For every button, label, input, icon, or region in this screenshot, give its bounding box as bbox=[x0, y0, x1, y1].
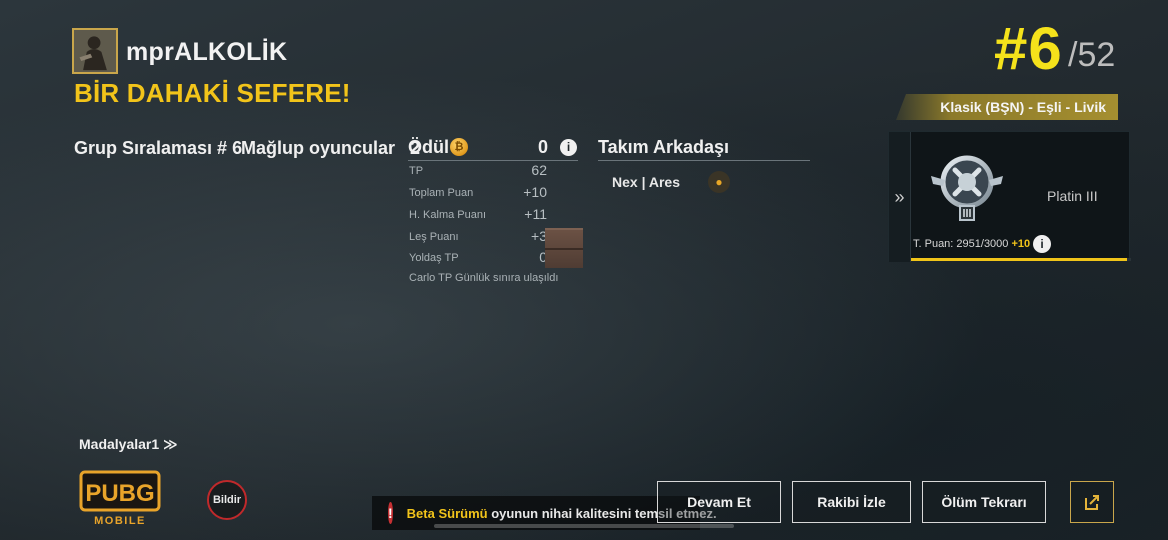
reward-row-label: Leş Puanı bbox=[409, 231, 459, 243]
reward-row-label: Yoldaş TP bbox=[409, 252, 459, 264]
spectate-opponent-button[interactable]: Rakibi İzle bbox=[792, 481, 911, 523]
group-rank: Grup Sıralaması # 6 bbox=[74, 138, 243, 158]
reward-row-tp: TP 62 bbox=[409, 162, 547, 182]
add-friend-icon[interactable]: ● bbox=[708, 171, 730, 193]
expand-arrow-icon[interactable]: » bbox=[889, 132, 911, 262]
reward-row-label: H. Kalma Puanı bbox=[409, 209, 487, 221]
reward-row-value: +10 bbox=[523, 184, 547, 200]
reward-row-companion-tp: Yoldaş TP 0 bbox=[409, 249, 547, 269]
reward-row-label: Toplam Puan bbox=[409, 187, 474, 199]
reward-row-total-points: Toplam Puan +10 bbox=[409, 184, 547, 204]
defeated-players: Mağlup oyuncular 2 bbox=[241, 138, 420, 159]
person-icon: ● bbox=[715, 175, 723, 189]
reward-row-survival-points: H. Kalma Puanı +11 bbox=[409, 206, 547, 226]
mode-banner: Klasik (BŞN) - Eşli - Livik bbox=[896, 94, 1118, 120]
rank-points-gain: +10 bbox=[1011, 238, 1031, 250]
report-button[interactable]: Bildir bbox=[207, 480, 247, 520]
player-name: mprALKOLİK bbox=[126, 38, 288, 66]
home-indicator bbox=[434, 524, 734, 528]
warning-icon: ! bbox=[388, 502, 393, 524]
platinum-tier-badge-icon bbox=[931, 155, 1003, 221]
reward-title: Ödül bbox=[408, 137, 449, 157]
teammate-header: Takım Arkadaşı bbox=[598, 137, 810, 161]
pubg-mobile-logo: PUBG MOBILE bbox=[79, 470, 161, 526]
medals-link[interactable]: Madalyalar1 ≫ bbox=[79, 436, 178, 453]
rank-panel: » Platin III T. Puan: 2951/3000 +10 i bbox=[888, 131, 1131, 262]
placement-rank: #6 bbox=[994, 15, 1063, 82]
logo-line2: MOBILE bbox=[94, 515, 146, 526]
coin-icon: ₿ bbox=[450, 138, 468, 156]
tier-name: Platin III bbox=[1047, 188, 1098, 204]
share-icon bbox=[1085, 495, 1099, 510]
mode-label: Klasik (BŞN) - Eşli - Livik bbox=[940, 99, 1106, 115]
death-replay-button[interactable]: Ölüm Tekrarı bbox=[922, 481, 1046, 523]
reward-row-label: TP bbox=[409, 165, 424, 177]
info-icon[interactable]: i bbox=[1033, 235, 1051, 253]
continue-button[interactable]: Devam Et bbox=[657, 481, 781, 523]
reward-row-value: 62 bbox=[531, 162, 547, 178]
result-message: BİR DAHAKİ SEFERE! bbox=[74, 78, 351, 108]
reward-value: 0 bbox=[538, 137, 549, 157]
logo-line1: PUBG bbox=[85, 480, 154, 507]
defeated-label: Mağlup oyuncular bbox=[241, 138, 396, 158]
player-avatar bbox=[72, 28, 118, 74]
avatar-image bbox=[74, 30, 116, 72]
rank-progress-bar bbox=[911, 258, 1131, 261]
teammate-title: Takım Arkadaşı bbox=[598, 137, 730, 157]
rank-points: T. Puan: 2951/3000 +10 bbox=[913, 238, 1030, 250]
carlo-limit-note: Carlo TP Günlük sınıra ulaşıldı bbox=[409, 272, 559, 284]
reward-row-value: +11 bbox=[524, 206, 547, 222]
share-button[interactable] bbox=[1070, 481, 1114, 523]
crate-icon bbox=[545, 228, 583, 268]
teammate-name: Nex | Ares bbox=[612, 174, 680, 190]
placement-total: /52 bbox=[1068, 36, 1116, 74]
rank-points-text: T. Puan: 2951/3000 bbox=[913, 238, 1009, 250]
reward-header: Ödül ₿ 0 i bbox=[408, 137, 578, 161]
info-icon[interactable]: i bbox=[560, 139, 577, 156]
rank-progress-fill bbox=[911, 258, 1128, 261]
reward-row-kill-points: Leş Puanı +3 bbox=[409, 228, 547, 248]
beta-version-label: Beta Sürümü bbox=[406, 505, 488, 521]
